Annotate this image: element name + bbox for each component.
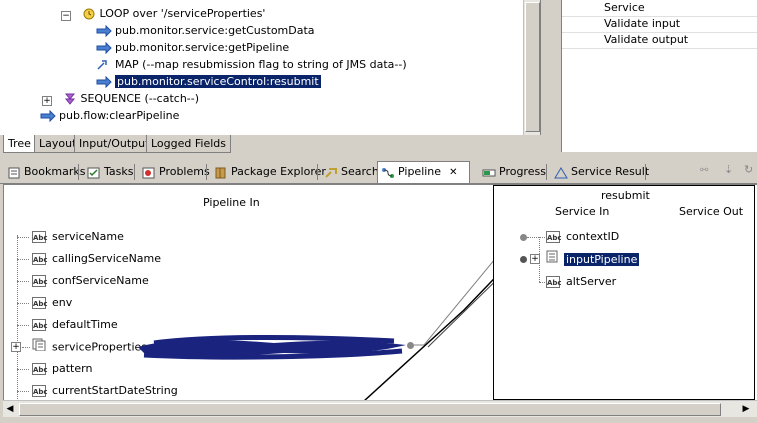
scroll-thumb[interactable] — [525, 2, 540, 132]
service-in-field-string[interactable]: Abc contextID — [546, 228, 619, 246]
property-row[interactable]: Validate output — [562, 32, 757, 49]
tab-problems[interactable]: Problems — [139, 162, 210, 181]
tab-pipeline[interactable]: Pipeline ✕ — [377, 161, 470, 183]
refresh-icon[interactable]: ↻ — [744, 163, 753, 176]
tab-search[interactable]: Search — [321, 162, 379, 181]
tree-vertical-scrollbar[interactable] — [523, 0, 540, 135]
search-icon — [324, 166, 338, 178]
service-signature-box: resubmit Service In Service Out Abc conte… — [493, 185, 755, 400]
connector-dot[interactable] — [520, 234, 527, 241]
problems-icon — [142, 166, 156, 179]
loop-icon — [81, 8, 97, 20]
blue-arrow-icon — [40, 109, 56, 123]
tab-separator — [317, 164, 318, 180]
tree-line — [527, 237, 545, 238]
property-row[interactable]: Validate input — [562, 16, 757, 33]
collapse-icon[interactable]: − — [61, 11, 71, 21]
tasks-icon — [87, 166, 101, 179]
tree-row-service[interactable]: pub.flow:clearPipeline — [40, 107, 179, 124]
pipeline-editor: Pipeline In Abc serviceName Abc callingSer… — [3, 184, 757, 402]
map-icon — [96, 59, 112, 71]
close-icon[interactable]: ✕ — [449, 167, 457, 178]
tab-separator — [78, 164, 79, 180]
tree-row-service[interactable]: pub.monitor.service:getCustomData — [96, 22, 315, 39]
tree-row-sequence[interactable]: + SEQUENCE (--catch--) — [42, 90, 199, 107]
blue-arrow-icon — [96, 75, 112, 89]
tab-logged-fields[interactable]: Logged Fields — [146, 135, 231, 153]
bookmark-icon — [7, 166, 21, 179]
link-icon[interactable]: ⚯ — [700, 165, 708, 176]
service-in-field-document[interactable]: inputPipeline — [546, 250, 640, 269]
tab-progress[interactable]: Progress — [479, 162, 546, 181]
expand-icon[interactable]: + — [42, 96, 52, 106]
tree-line — [539, 282, 545, 283]
property-row[interactable]: Service — [562, 0, 757, 17]
map-tool-icon[interactable]: ⇣ — [724, 163, 733, 176]
document-icon — [546, 250, 558, 269]
expand-icon[interactable]: + — [530, 254, 540, 264]
service-in-field-string[interactable]: Abc altServer — [546, 273, 616, 291]
properties-panel: Service Validate input Validate output — [561, 0, 757, 152]
tab-separator — [206, 164, 207, 180]
package-icon — [214, 166, 228, 179]
scroll-thumb[interactable] — [19, 403, 721, 416]
scroll-right-icon[interactable]: ▶ — [741, 403, 751, 415]
progress-icon — [482, 166, 496, 178]
service-title: resubmit — [601, 189, 650, 202]
pipeline-horizontal-scrollbar[interactable]: ◀ ▶ — [3, 400, 757, 417]
tree-row-service-selected[interactable]: pub.monitor.serviceControl:resubmit — [96, 73, 321, 90]
tree-row-loop[interactable]: − LOOP over '/serviceProperties' — [61, 5, 265, 22]
tab-separator — [546, 164, 547, 180]
view-tabs: Bookmarks Tasks Problems Package Explore… — [0, 160, 757, 184]
tree-row-map[interactable]: MAP (--map resubmission flag to string o… — [96, 56, 407, 73]
tab-tree[interactable]: Tree — [3, 135, 36, 153]
blue-arrow-icon — [96, 41, 112, 55]
tree-tabs: Tree Layout Input/Output Logged Fields — [0, 135, 540, 153]
service-out-header: Service Out — [679, 205, 744, 218]
service-result-icon — [554, 166, 568, 179]
abc-icon: Abc — [546, 276, 562, 288]
flow-tree-panel: − LOOP over '/serviceProperties' pub.mon… — [0, 0, 541, 135]
tab-service-result[interactable]: Service Result — [551, 162, 649, 181]
abc-icon: Abc — [546, 231, 562, 243]
tab-input-output[interactable]: Input/Output — [74, 135, 155, 153]
tab-separator — [134, 164, 135, 180]
tab-tasks[interactable]: Tasks — [84, 162, 133, 181]
blue-arrow-icon — [96, 24, 112, 38]
tab-package-explorer[interactable]: Package Explorer — [211, 162, 326, 181]
connector-dot[interactable] — [520, 256, 527, 263]
tab-separator — [645, 164, 646, 180]
pipeline-icon — [381, 166, 395, 178]
tree-row-service[interactable]: pub.monitor.service:getPipeline — [96, 39, 289, 56]
tab-bookmarks[interactable]: Bookmarks — [4, 162, 85, 181]
scroll-left-icon[interactable]: ◀ — [5, 403, 15, 415]
sequence-icon — [62, 93, 78, 105]
service-in-header: Service In — [555, 205, 610, 218]
